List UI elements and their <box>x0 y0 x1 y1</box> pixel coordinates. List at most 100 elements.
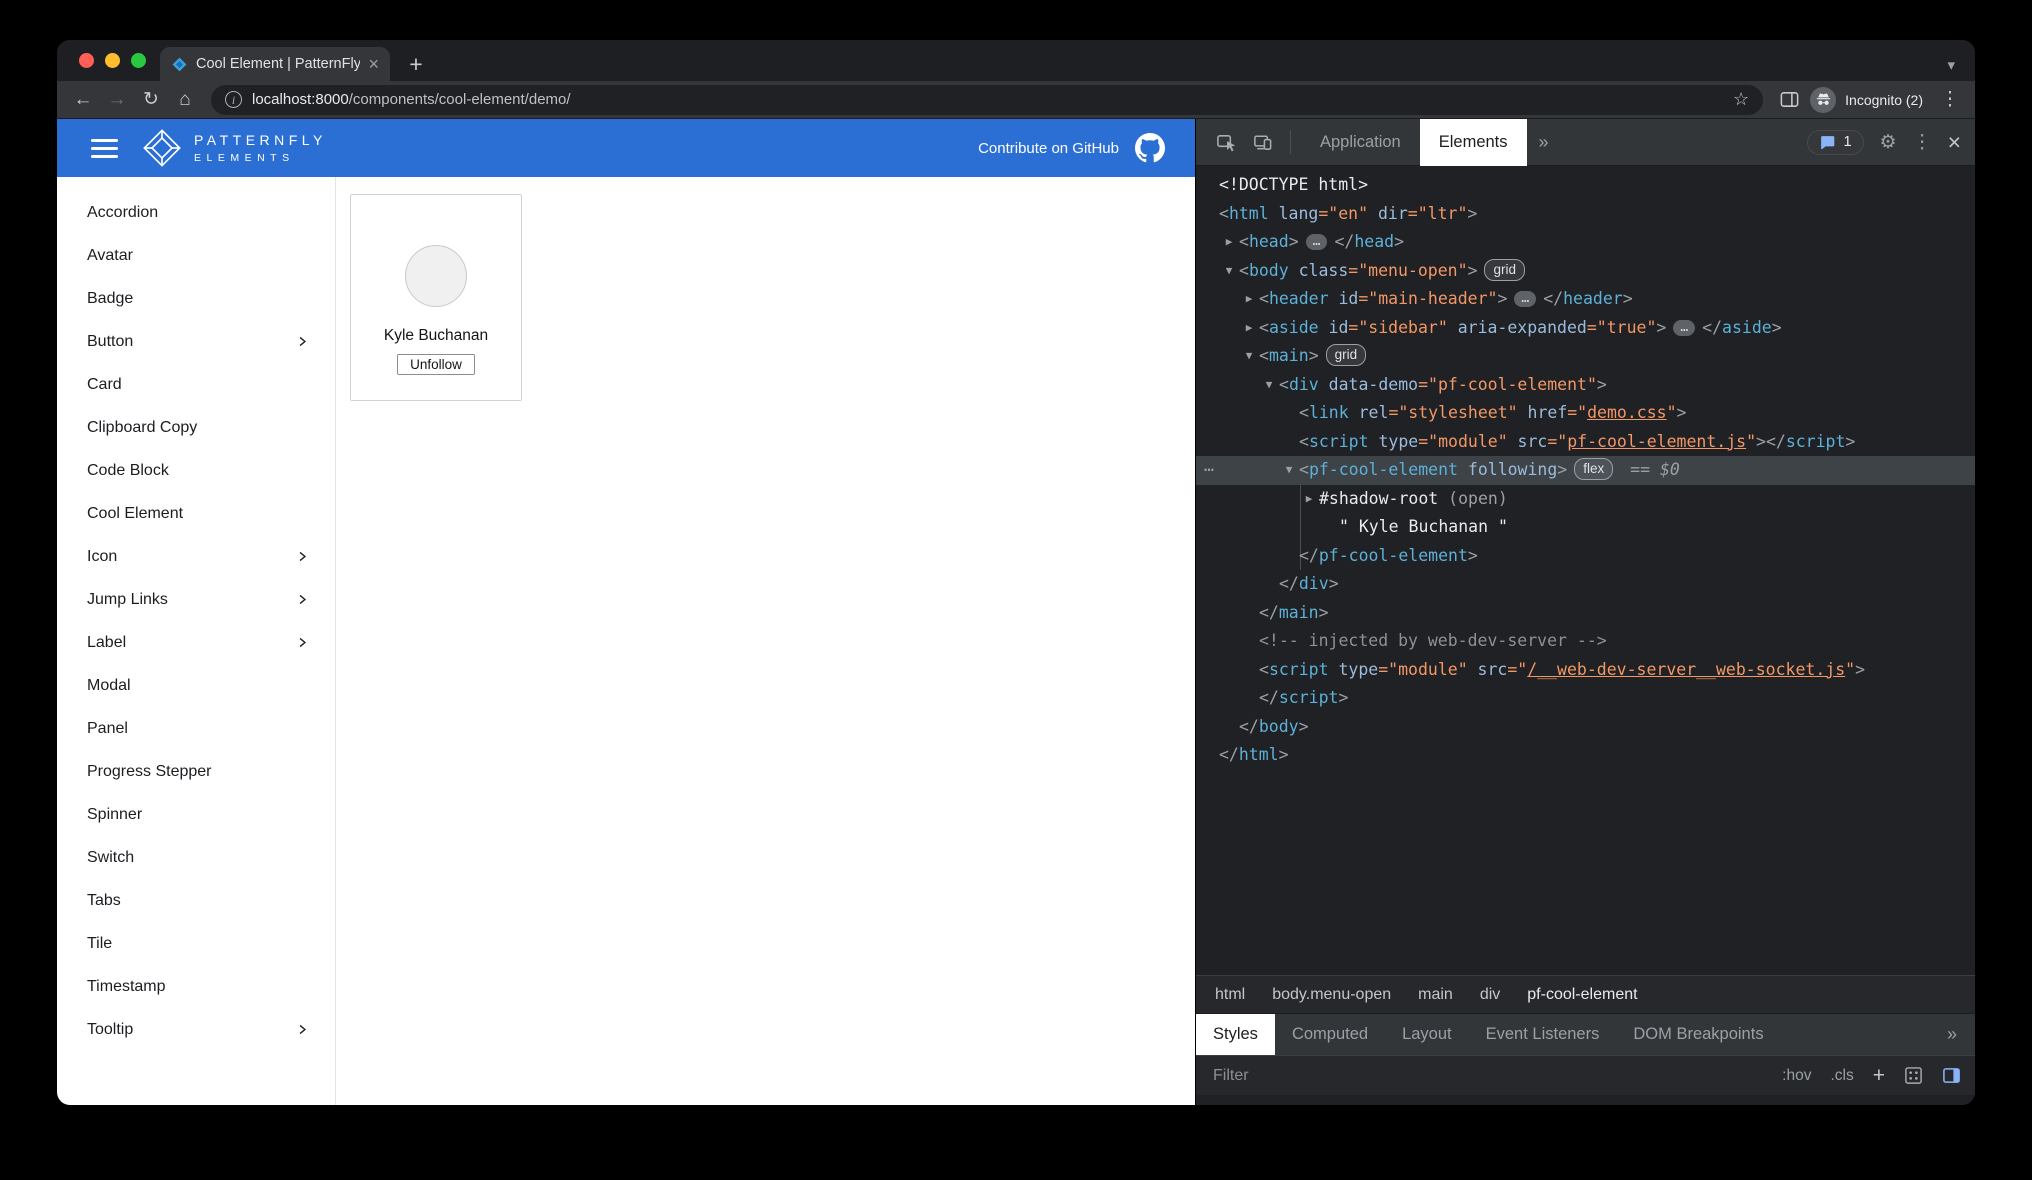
breadcrumb-item-div[interactable]: div <box>1480 986 1500 1004</box>
toggle-hover-state-button[interactable]: :hov <box>1782 1067 1811 1085</box>
side-panel-icon[interactable] <box>1773 89 1805 110</box>
breadcrumb-item-html[interactable]: html <box>1215 986 1245 1004</box>
dom-tree-node[interactable]: ⋯▼<pf-cool-element following>flex == $0 <box>1196 456 1975 485</box>
node-more-actions-icon[interactable]: ⋯ <box>1204 456 1215 485</box>
sidebar-item-code-block[interactable]: Code Block <box>57 449 335 492</box>
grid-badge[interactable]: grid <box>1326 344 1367 366</box>
sidebar-item-label[interactable]: Label <box>57 621 335 664</box>
expand-arrow-open-icon[interactable]: ▼ <box>1259 371 1279 400</box>
dom-tree-node[interactable]: ▼<body class="menu-open">grid <box>1196 257 1975 286</box>
dom-tree-node[interactable]: </div> <box>1196 570 1975 599</box>
expand-arrow-closed-icon[interactable]: ▶ <box>1239 285 1259 314</box>
sidebar-item-progress-stepper[interactable]: Progress Stepper <box>57 750 335 793</box>
window-zoom-button[interactable] <box>131 53 146 68</box>
dom-tree-node[interactable]: </html> <box>1196 741 1975 770</box>
dom-tree-node[interactable]: </main> <box>1196 599 1975 628</box>
dom-tree-node[interactable]: " Kyle Buchanan " <box>1196 513 1975 542</box>
browser-tab[interactable]: Cool Element | PatternFly Elem × <box>160 47 390 81</box>
grid-badge[interactable]: grid <box>1484 259 1525 281</box>
styles-tab-computed[interactable]: Computed <box>1275 1014 1385 1056</box>
sidebar-item-timestamp[interactable]: Timestamp <box>57 965 335 1008</box>
breadcrumb-item-main[interactable]: main <box>1418 986 1453 1004</box>
devtools-tab-elements[interactable]: Elements <box>1420 119 1527 166</box>
styles-tab-event-listeners[interactable]: Event Listeners <box>1469 1014 1617 1056</box>
dom-tree-node[interactable]: </pf-cool-element> <box>1196 542 1975 571</box>
sidebar-item-accordion[interactable]: Accordion <box>57 191 335 234</box>
dom-tree-node[interactable]: ▶<header id="main-header">…</header> <box>1196 285 1975 314</box>
dom-tree-node[interactable]: ▶<head>…</head> <box>1196 228 1975 257</box>
devtools-menu-icon[interactable]: ⋮ <box>1913 131 1932 154</box>
home-button[interactable]: ⌂ <box>169 84 201 115</box>
sidebar-item-tabs[interactable]: Tabs <box>57 879 335 922</box>
inline-ellipsis-button[interactable]: … <box>1514 291 1536 307</box>
issues-counter[interactable]: 1 <box>1807 130 1863 155</box>
sidebar-item-tooltip[interactable]: Tooltip <box>57 1008 335 1051</box>
styles-tab-styles[interactable]: Styles <box>1196 1014 1275 1056</box>
site-info-icon[interactable]: i <box>225 91 242 108</box>
brand[interactable]: PATTERNFLY ELEMENTS <box>142 128 327 168</box>
dom-tree-node[interactable]: ▼<main>grid <box>1196 342 1975 371</box>
inline-ellipsis-button[interactable]: … <box>1306 234 1328 250</box>
toggle-sidebar-icon[interactable] <box>1942 1066 1961 1085</box>
expand-arrow-closed-icon[interactable]: ▶ <box>1299 485 1319 514</box>
expand-arrow-open-icon[interactable]: ▼ <box>1239 342 1259 371</box>
sidebar-item-spinner[interactable]: Spinner <box>57 793 335 836</box>
styles-filter-input[interactable]: Filter <box>1213 1067 1763 1085</box>
sidebar-item-badge[interactable]: Badge <box>57 277 335 320</box>
dom-tree-node[interactable]: </script> <box>1196 684 1975 713</box>
github-icon[interactable] <box>1135 133 1165 163</box>
sidebar-item-avatar[interactable]: Avatar <box>57 234 335 277</box>
element-states-icon[interactable] <box>1904 1066 1923 1085</box>
expand-arrow-open-icon[interactable]: ▼ <box>1219 257 1239 286</box>
sidebar-item-icon[interactable]: Icon <box>57 535 335 578</box>
device-toolbar-icon[interactable] <box>1244 124 1280 160</box>
styles-tab-layout[interactable]: Layout <box>1385 1014 1469 1056</box>
incognito-badge[interactable]: Incognito (2) <box>1807 85 1933 115</box>
browser-menu-icon[interactable]: ⋮ <box>1935 88 1965 111</box>
back-button[interactable]: ← <box>67 84 99 115</box>
dom-tree-node[interactable]: <html lang="en" dir="ltr"> <box>1196 200 1975 229</box>
styles-more-icon[interactable]: » <box>1941 1024 1963 1045</box>
new-style-rule-button[interactable]: + <box>1873 1065 1885 1086</box>
sidebar-item-switch[interactable]: Switch <box>57 836 335 879</box>
flex-badge[interactable]: flex <box>1574 458 1613 480</box>
tab-search-chevron-icon[interactable]: ▾ <box>1947 56 1959 74</box>
toggle-class-button[interactable]: .cls <box>1830 1067 1853 1085</box>
unfollow-button[interactable]: Unfollow <box>397 354 475 375</box>
dom-tree-node[interactable]: <!DOCTYPE html> <box>1196 171 1975 200</box>
sidebar-item-clipboard-copy[interactable]: Clipboard Copy <box>57 406 335 449</box>
bookmark-star-icon[interactable]: ☆ <box>1733 89 1749 110</box>
reload-button[interactable]: ↻ <box>135 84 167 115</box>
sidebar-item-jump-links[interactable]: Jump Links <box>57 578 335 621</box>
expand-arrow-closed-icon[interactable]: ▶ <box>1219 228 1239 257</box>
devtools-tab-application[interactable]: Application <box>1301 119 1420 166</box>
styles-tab-dom-breakpoints[interactable]: DOM Breakpoints <box>1616 1014 1780 1056</box>
tab-close-icon[interactable]: × <box>368 55 379 73</box>
more-panels-icon[interactable]: » <box>1527 132 1561 153</box>
dom-tree-node[interactable]: <script type="module" src="pf-cool-eleme… <box>1196 428 1975 457</box>
dom-tree-node[interactable]: <script type="module" src="/__web-dev-se… <box>1196 656 1975 685</box>
address-bar[interactable]: i localhost:8000/components/cool-element… <box>211 85 1763 115</box>
new-tab-button[interactable]: + <box>402 51 430 79</box>
window-minimize-button[interactable] <box>105 53 120 68</box>
contribute-link[interactable]: Contribute on GitHub <box>978 140 1119 157</box>
settings-gear-icon[interactable]: ⚙ <box>1880 131 1897 154</box>
inline-ellipsis-button[interactable]: … <box>1673 320 1695 336</box>
window-close-button[interactable] <box>79 53 94 68</box>
devtools-close-icon[interactable]: × <box>1948 131 1961 154</box>
sidebar-item-card[interactable]: Card <box>57 363 335 406</box>
sidebar-item-tile[interactable]: Tile <box>57 922 335 965</box>
breadcrumb-item-pf-cool-element[interactable]: pf-cool-element <box>1527 986 1637 1004</box>
dom-tree-node[interactable]: <link rel="stylesheet" href="demo.css"> <box>1196 399 1975 428</box>
expand-arrow-open-icon[interactable]: ▼ <box>1279 456 1299 485</box>
dom-tree-node[interactable]: ▶<aside id="sidebar" aria-expanded="true… <box>1196 314 1975 343</box>
expand-arrow-closed-icon[interactable]: ▶ <box>1239 314 1259 343</box>
breadcrumb-item-body-menu-open[interactable]: body.menu-open <box>1272 986 1391 1004</box>
sidebar-item-button[interactable]: Button <box>57 320 335 363</box>
sidebar-item-cool-element[interactable]: Cool Element <box>57 492 335 535</box>
inspect-element-icon[interactable] <box>1208 124 1244 160</box>
forward-button[interactable]: → <box>101 84 133 115</box>
dom-tree-node[interactable]: </body> <box>1196 713 1975 742</box>
dom-tree-node[interactable]: ▶#shadow-root (open) <box>1196 485 1975 514</box>
dom-tree-node[interactable]: <!-- injected by web-dev-server --> <box>1196 627 1975 656</box>
